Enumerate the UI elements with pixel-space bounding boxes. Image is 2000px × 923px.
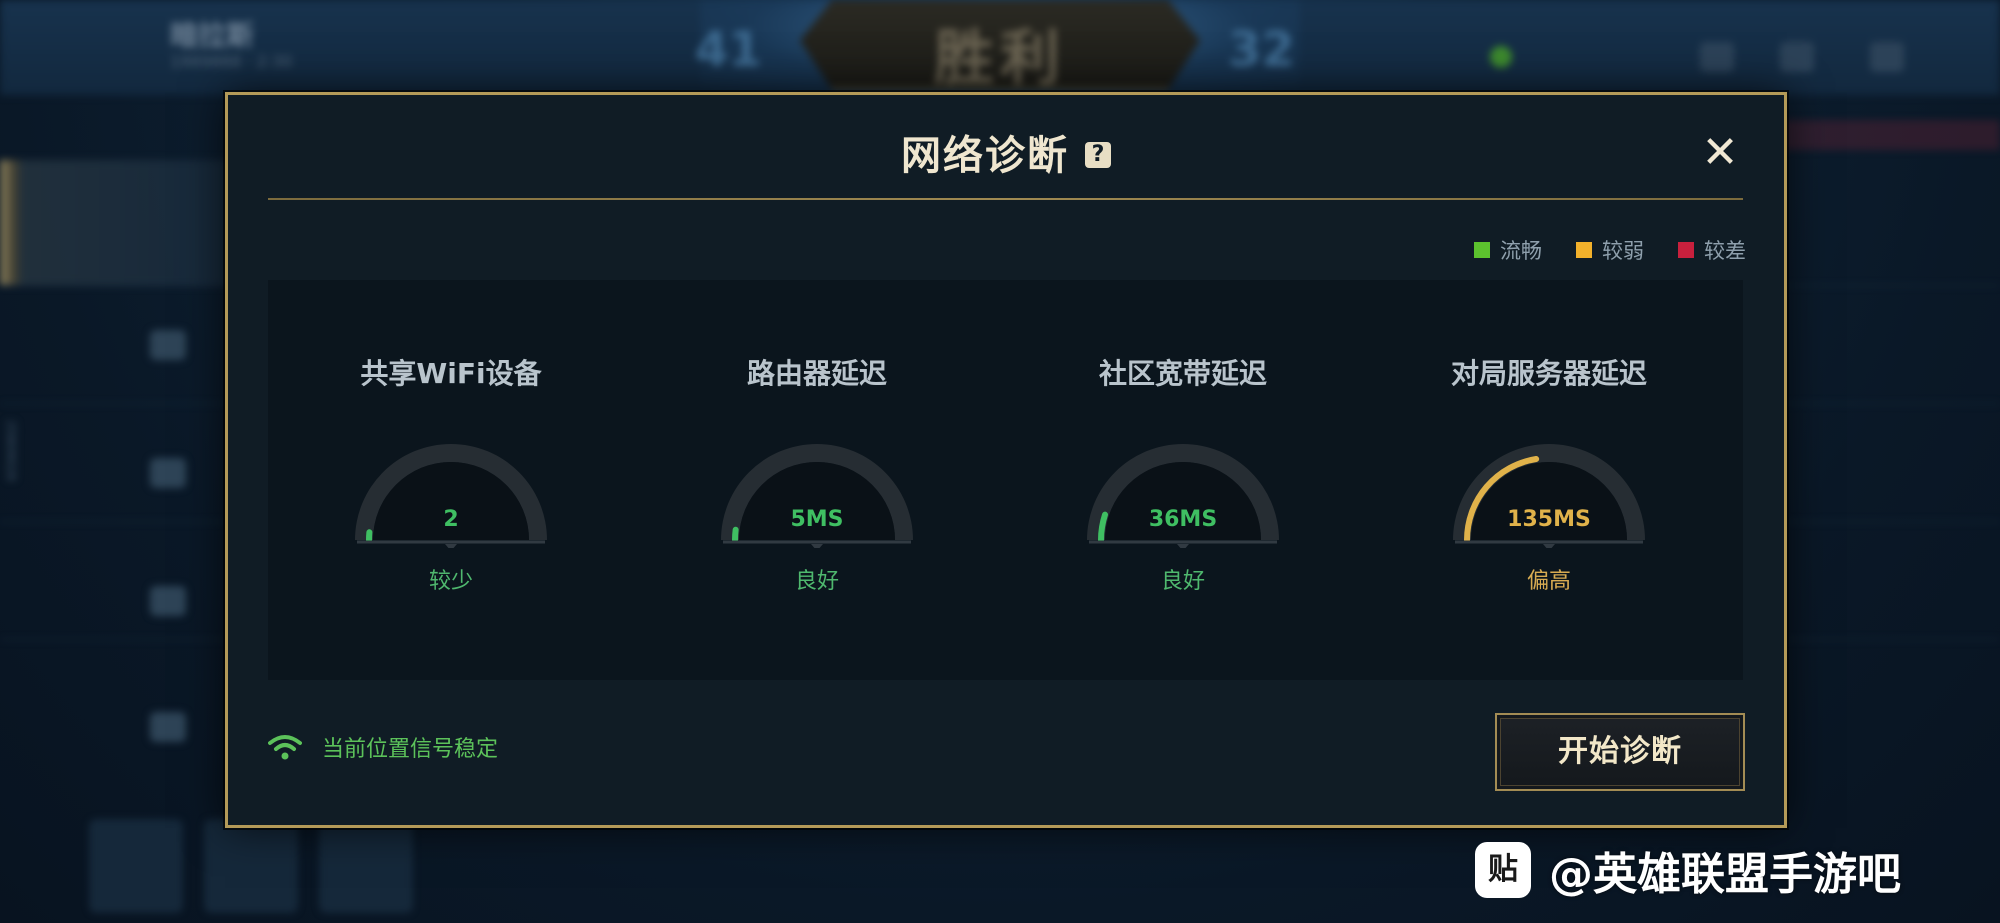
legend-item-poor: 较差 xyxy=(1678,235,1746,265)
gauge-value: 5MS xyxy=(790,507,843,532)
gauge-panel: 共享WiFi设备 2 较少 路由器延迟 5MS 良好 社区宽带延迟 36MS 良… xyxy=(268,280,1743,680)
bg-warning-icon xyxy=(1700,42,1734,72)
watermark: 贴 @英雄联盟手游吧 xyxy=(1475,838,1901,902)
gauge-status: 较少 xyxy=(428,569,473,594)
gauge-title: 路由器延迟 xyxy=(746,357,887,390)
gauge-title: 对局服务器延迟 xyxy=(1450,357,1647,390)
gauge-broadband-latency: 社区宽带延迟 36MS 良好 xyxy=(1000,280,1366,680)
bg-camera-icon xyxy=(150,458,186,488)
legend-swatch xyxy=(1474,242,1490,258)
status-legend: 流畅 较弱 较差 xyxy=(1474,235,1746,265)
wifi-status-text: 当前位置信号稳定 xyxy=(322,737,499,762)
bg-camera-icon xyxy=(150,586,186,616)
bg-camera-icon xyxy=(1870,42,1904,72)
gauge-dial: 36MS xyxy=(1087,444,1279,548)
gauge-value: 2 xyxy=(443,507,458,532)
legend-item-smooth: 流畅 xyxy=(1474,235,1542,265)
gauge-status: 良好 xyxy=(794,569,839,594)
gauge-pointer xyxy=(1177,544,1189,548)
gauge-router-latency: 路由器延迟 5MS 良好 xyxy=(634,280,1000,680)
dialog-title: 网络诊断? xyxy=(228,123,1784,181)
bg-bottom-button xyxy=(90,820,182,912)
tieba-logo-glyph: 贴 xyxy=(1488,852,1518,887)
bg-status-dot xyxy=(1490,46,1512,68)
gauge-dial: 5MS xyxy=(721,444,913,548)
bg-score-right: 32 xyxy=(1228,22,1295,78)
tieba-logo-icon: 贴 xyxy=(1475,842,1531,898)
wifi-icon xyxy=(268,735,302,760)
gauge-pointer xyxy=(811,544,823,548)
gauge-shared-wifi: 共享WiFi设备 2 较少 xyxy=(268,280,634,680)
gauge-status: 良好 xyxy=(1160,569,1205,594)
bg-camera-icon xyxy=(150,712,186,742)
close-icon: ✕ xyxy=(1701,127,1739,178)
title-divider xyxy=(268,198,1743,200)
gauge-pointer xyxy=(445,544,457,548)
legend-item-weak: 较弱 xyxy=(1576,235,1644,265)
gauge-pointer xyxy=(1543,544,1555,548)
gauge-title: 社区宽带延迟 xyxy=(1098,357,1267,390)
bg-side-code: 25809028 xyxy=(4,420,18,482)
start-diagnosis-button[interactable]: 开始诊断 xyxy=(1495,713,1745,791)
gauge-dial: 135MS xyxy=(1453,444,1645,548)
bg-result-text: 胜利 xyxy=(934,24,1066,94)
bg-player-sub: 1989888 · 2:30 xyxy=(170,52,293,71)
close-button[interactable]: ✕ xyxy=(1698,131,1742,175)
bg-bottom-button xyxy=(320,820,412,912)
bg-camera-icon xyxy=(150,330,186,360)
wifi-status: 当前位置信号稳定 xyxy=(268,731,498,763)
gauge-status: 偏高 xyxy=(1526,569,1571,594)
bg-right-strip xyxy=(1780,120,2000,150)
bg-share-icon xyxy=(1780,42,1814,72)
bg-score-left: 41 xyxy=(695,22,762,78)
bg-highlight-row xyxy=(0,160,230,285)
dialog-title-text: 网络诊断 xyxy=(901,133,1069,179)
help-icon[interactable]: ? xyxy=(1085,142,1111,168)
gauge-server-latency: 对局服务器延迟 135MS 偏高 xyxy=(1366,280,1732,680)
gauge-title: 共享WiFi设备 xyxy=(360,357,542,390)
legend-label: 较差 xyxy=(1704,239,1746,263)
legend-swatch xyxy=(1678,242,1694,258)
legend-swatch xyxy=(1576,242,1592,258)
legend-label: 较弱 xyxy=(1602,239,1644,263)
bg-bottom-button xyxy=(205,820,297,912)
bg-player-name: 暗拉斯 xyxy=(170,19,255,52)
gauge-progress-arc xyxy=(732,526,739,543)
gauge-value: 36MS xyxy=(1149,507,1217,532)
gauge-dial: 2 xyxy=(355,444,547,548)
network-diagnosis-dialog: 网络诊断? ✕ 流畅 较弱 较差 共享WiFi设备 2 较少 路由器延迟 5MS… xyxy=(225,92,1787,828)
legend-label: 流畅 xyxy=(1500,239,1542,263)
watermark-text: @英雄联盟手游吧 xyxy=(1549,849,1901,900)
gauge-value: 135MS xyxy=(1507,507,1591,532)
